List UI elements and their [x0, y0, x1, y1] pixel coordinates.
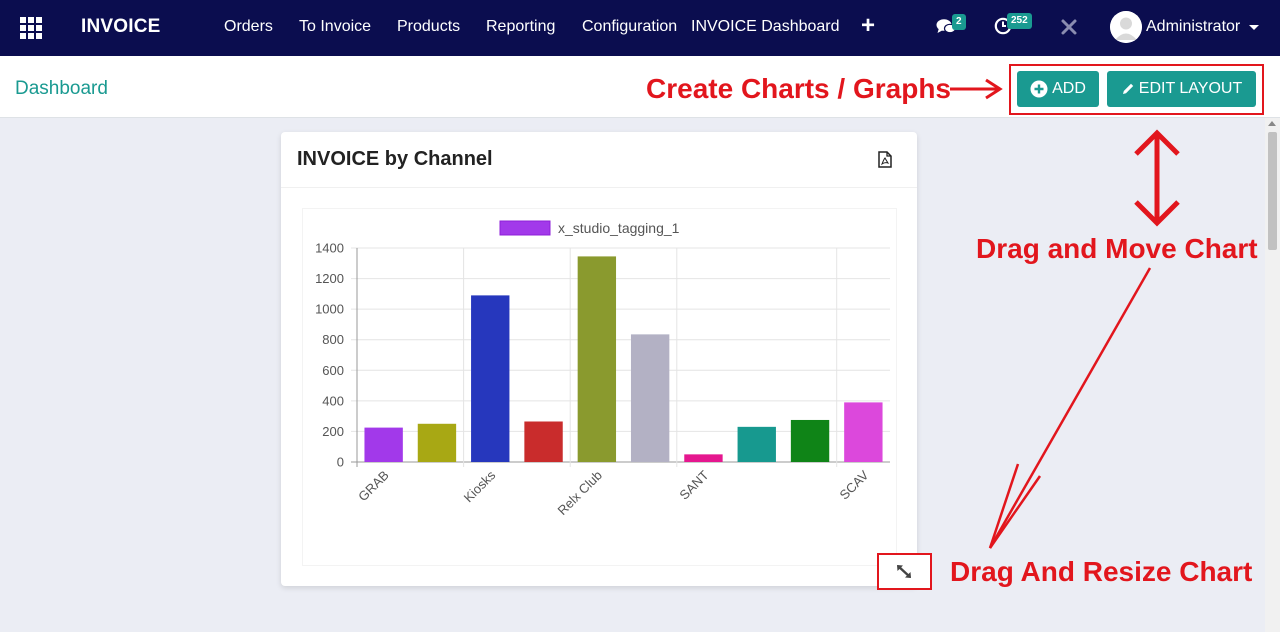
menu-products[interactable]: Products — [397, 18, 460, 36]
bar-1 — [417, 423, 457, 462]
edit-layout-button[interactable]: EDIT LAYOUT — [1107, 71, 1256, 107]
scroll-up-icon[interactable] — [1268, 121, 1276, 126]
chat-count-badge: 2 — [952, 14, 966, 30]
chevron-down-icon — [1249, 24, 1260, 30]
add-button-label: ADD — [1052, 80, 1086, 97]
menu-invoice-dashboard[interactable]: INVOICE Dashboard — [691, 18, 840, 36]
resize-arrows-icon — [897, 565, 911, 578]
menu-reporting[interactable]: Reporting — [486, 18, 555, 36]
add-button[interactable]: ADD — [1017, 71, 1099, 107]
bar-6 — [684, 454, 723, 462]
messaging-menu[interactable]: 2 — [936, 14, 966, 41]
menu-to-invoice[interactable]: To Invoice — [299, 18, 371, 36]
edit-layout-label: EDIT LAYOUT — [1138, 80, 1243, 97]
annotation-diagonal-arrow-icon — [988, 267, 1152, 549]
x-tick-label: SANT — [676, 467, 711, 502]
x-tick-label: Relx Club — [555, 468, 605, 518]
activity-menu[interactable]: 252 — [994, 13, 1032, 40]
resize-handle[interactable] — [877, 553, 932, 590]
chart-card[interactable]: INVOICE by Channel 0 200 400 600 800 1000 1200… — [281, 132, 917, 586]
page-scrollbar[interactable] — [1265, 118, 1280, 632]
menu-configuration[interactable]: Configuration — [582, 18, 677, 36]
bar-3 — [524, 421, 563, 462]
x-tick-label: SCAV — [837, 467, 872, 502]
plus-circle-icon — [1030, 80, 1048, 98]
user-name: Administrator — [1146, 18, 1241, 35]
card-title: INVOICE by Channel — [297, 148, 493, 170]
annotation-double-arrow-icon — [1134, 129, 1180, 227]
annotation-arrow-right-icon — [950, 78, 1003, 100]
legend-swatch — [499, 220, 551, 236]
y-tick-label: 1000 — [315, 302, 344, 317]
plus-icon[interactable]: + — [861, 14, 875, 38]
bar-2 — [471, 295, 510, 462]
control-panel: Dashboard Create Charts / Graphs ADD EDI… — [0, 56, 1280, 118]
bar-5 — [630, 334, 670, 462]
menu-orders[interactable]: Orders — [224, 18, 273, 36]
x-tick-label: GRAB — [355, 468, 392, 505]
annotation-drag-resize: Drag And Resize Chart — [950, 556, 1253, 587]
tools-icon — [1061, 19, 1077, 35]
y-tick-label: 400 — [322, 393, 344, 408]
y-tick-label: 600 — [322, 363, 344, 378]
bar-chart: 0 200 400 600 800 1000 1200 1400 GRAB Kiosks Relx … — [302, 208, 897, 566]
apps-menu-icon[interactable] — [20, 17, 42, 39]
user-menu[interactable]: Administrator — [1110, 10, 1260, 44]
activity-count-badge: 252 — [1007, 13, 1032, 29]
breadcrumb[interactable]: Dashboard — [15, 78, 108, 100]
annotation-drag-move: Drag and Move Chart — [976, 233, 1258, 264]
debug-tools[interactable] — [1060, 17, 1078, 42]
bar-9 — [844, 402, 883, 462]
top-navbar: INVOICE Orders To Invoice Products Repor… — [0, 0, 1280, 56]
chart-svg: 0 200 400 600 800 1000 1200 1400 GRAB Kiosks Relx … — [315, 220, 890, 518]
x-tick-label: Kiosks — [461, 467, 499, 505]
pdf-export-button[interactable] — [878, 151, 892, 173]
y-tick-label: 0 — [337, 455, 344, 470]
legend-label: x_studio_tagging_1 — [558, 220, 680, 236]
y-tick-label: 200 — [322, 424, 344, 439]
bar-8 — [790, 419, 830, 462]
pencil-icon — [1122, 83, 1133, 94]
bar-4 — [577, 256, 617, 462]
avatar — [1110, 11, 1142, 43]
y-tick-label: 1400 — [315, 241, 344, 256]
app-brand: INVOICE — [81, 16, 161, 37]
y-tick-label: 1200 — [315, 271, 344, 286]
scroll-thumb[interactable] — [1268, 132, 1277, 250]
bar-0 — [364, 427, 403, 462]
card-header: INVOICE by Channel — [281, 132, 917, 188]
bar-7 — [737, 426, 776, 462]
y-tick-label: 800 — [322, 332, 344, 347]
annotation-create-charts: Create Charts / Graphs — [646, 73, 951, 104]
pdf-icon — [878, 151, 892, 168]
